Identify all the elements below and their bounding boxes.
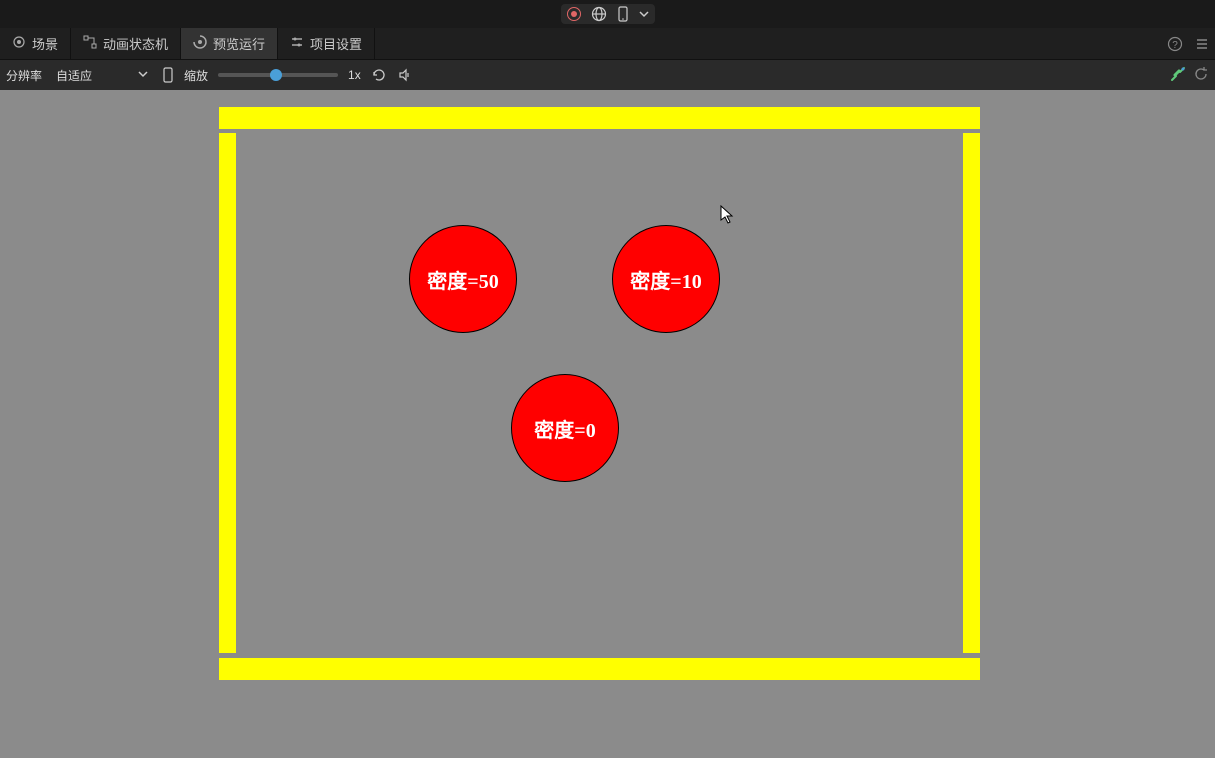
state-machine-icon [83,35,97,52]
top-center-controls [561,4,655,24]
zoom-slider[interactable] [218,73,338,77]
chevron-down-icon [138,68,148,82]
title-bar [0,0,1215,28]
device-orientation-icon[interactable] [162,67,174,83]
ball-density-50[interactable]: 密度=50 [409,225,517,333]
ball-density-10[interactable]: 密度=10 [612,225,720,333]
record-button[interactable] [567,7,581,21]
help-button[interactable]: ? [1161,28,1189,59]
resolution-select[interactable]: 自适应 [52,65,152,86]
tab-preview-label: 预览运行 [213,34,265,53]
reload-icon[interactable] [1193,66,1209,85]
svg-text:?: ? [1172,40,1178,51]
game-stage[interactable]: 密度=50 密度=10 密度=0 [219,107,980,680]
tab-bar: 场景 动画状态机 预览运行 项目设置 ? [0,28,1215,60]
ball-label: 密度=0 [534,414,595,443]
wall-left [219,133,236,653]
chevron-down-icon[interactable] [639,9,649,19]
wall-top [219,107,980,129]
settings-icon [290,35,304,52]
sound-button[interactable] [397,67,413,83]
tab-settings[interactable]: 项目设置 [278,28,375,59]
resolution-value: 自适应 [56,67,92,84]
debug-tool-icon[interactable] [1169,65,1187,86]
globe-icon[interactable] [591,6,607,22]
ball-label: 密度=10 [630,265,701,294]
tab-scene-label: 场景 [32,34,58,53]
wall-bottom [219,658,980,680]
ball-density-0[interactable]: 密度=0 [511,374,619,482]
scene-icon [12,35,26,52]
tab-preview[interactable]: 预览运行 [181,28,278,59]
canvas-viewport: 密度=50 密度=10 密度=0 [0,90,1215,758]
wall-right [963,133,980,653]
tab-settings-label: 项目设置 [310,34,362,53]
ball-label: 密度=50 [427,265,498,294]
tab-animation-label: 动画状态机 [103,34,168,53]
zoom-value: 1x [348,68,361,82]
zoom-label: 缩放 [184,67,208,84]
hamburger-menu-button[interactable] [1189,28,1215,59]
preview-icon [193,35,207,52]
tab-scene[interactable]: 场景 [0,28,71,59]
tab-animation[interactable]: 动画状态机 [71,28,181,59]
resolution-label: 分辨率 [6,67,42,84]
device-icon[interactable] [617,6,629,22]
preview-toolbar: 分辨率 自适应 缩放 1x [0,60,1215,90]
refresh-button[interactable] [371,67,387,83]
zoom-slider-thumb[interactable] [270,69,282,81]
